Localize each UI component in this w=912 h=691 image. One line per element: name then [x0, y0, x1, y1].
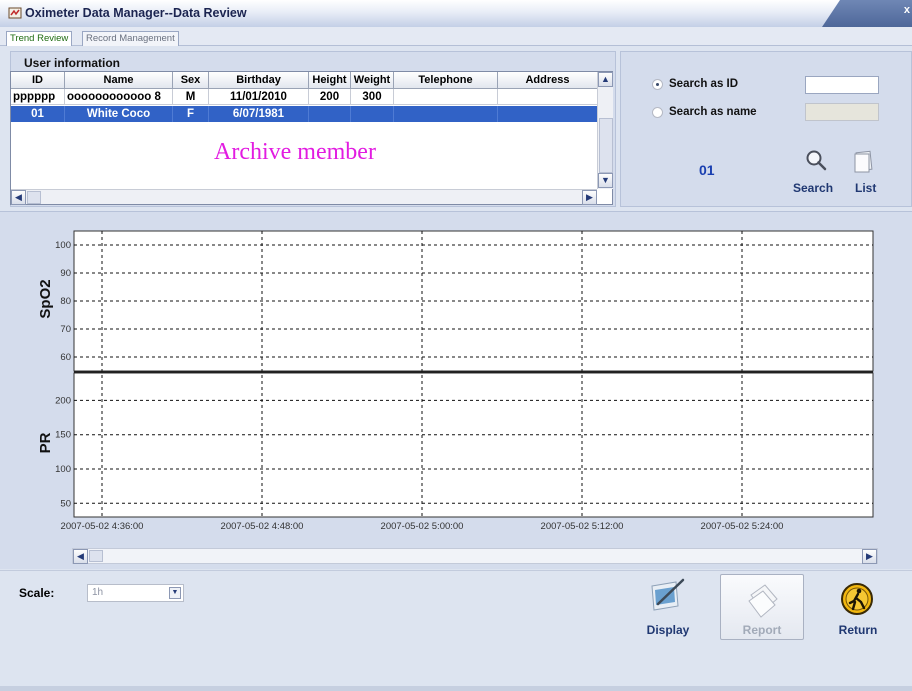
return-icon: [841, 583, 873, 615]
search-by-id-label: Search as ID: [669, 78, 739, 90]
scale-select[interactable]: 1h ▼: [87, 584, 184, 602]
cell-telephone: [394, 106, 498, 122]
list-button[interactable]: List: [855, 181, 876, 195]
column-header-name[interactable]: Name: [65, 72, 173, 89]
archive-member-label: Archive member: [214, 139, 376, 165]
cell-sex: M: [173, 89, 209, 105]
status-strip: [0, 686, 912, 691]
search-by-name-radio[interactable]: [652, 107, 663, 118]
report-label: Report: [742, 623, 782, 637]
scroll-left-icon[interactable]: ◀: [11, 190, 26, 205]
chart-scroll-thumb[interactable]: [89, 550, 103, 562]
scroll-up-icon[interactable]: ▲: [598, 72, 613, 87]
column-header-telephone[interactable]: Telephone: [394, 72, 498, 89]
column-header-height[interactable]: Height: [309, 72, 351, 89]
trend-chart: 60 70 80 90 100 50 100 150 200 2007-05-02 4:36:00…: [37, 230, 874, 532]
y-tick-label: 200: [55, 395, 71, 406]
window-title: Oximeter Data Manager--Data Review: [25, 6, 247, 20]
display-icon: [651, 578, 685, 611]
chart-scrollbar[interactable]: ◀ ▶: [72, 548, 878, 564]
search-id-input[interactable]: [805, 76, 879, 94]
cell-weight: 300: [351, 89, 394, 105]
cell-sex: F: [173, 106, 209, 122]
x-tick-label: 2007-05-02 5:24:00: [701, 521, 784, 532]
chevron-down-icon[interactable]: ▼: [169, 587, 181, 599]
cell-birthday: 11/01/2010: [209, 89, 309, 105]
app-icon: [8, 7, 22, 19]
return-label: Return: [838, 623, 878, 637]
user-table: ID Name Sex Birthday Height Weight Telep…: [10, 71, 613, 205]
chart-scroll-left-icon[interactable]: ◀: [73, 549, 88, 564]
list-icon[interactable]: [852, 149, 876, 175]
cell-name: White Coco: [65, 106, 173, 122]
x-tick-label: 2007-05-02 5:12:00: [541, 521, 624, 532]
cell-address: [498, 106, 598, 122]
search-by-id-radio[interactable]: [652, 79, 663, 90]
magnifier-icon[interactable]: [804, 149, 830, 175]
horizontal-scrollbar[interactable]: ◀ ▶: [11, 189, 597, 205]
cell-address: [498, 89, 598, 105]
column-header-birthday[interactable]: Birthday: [209, 72, 309, 89]
cell-id: 01: [11, 106, 65, 122]
user-info-legend: User information: [24, 56, 121, 70]
report-icon: [748, 584, 778, 618]
scale-value: 1h: [92, 587, 104, 598]
y-tick-label: 100: [55, 464, 71, 475]
current-user-id: 01: [699, 162, 715, 178]
display-label: Display: [646, 623, 690, 637]
tab-strip: Trend Review Record Management: [0, 27, 912, 46]
y-tick-label: 50: [60, 498, 71, 509]
y-tick-label: 80: [60, 296, 71, 307]
search-by-name-label: Search as name: [669, 106, 757, 118]
tab-record-management[interactable]: Record Management: [82, 31, 179, 46]
cell-weight: [351, 106, 394, 122]
axis-label-pr: PR: [37, 432, 54, 453]
cell-telephone: [394, 89, 498, 105]
y-tick-label: 100: [55, 240, 71, 251]
search-button[interactable]: Search: [793, 181, 833, 195]
column-header-address[interactable]: Address: [498, 72, 598, 89]
cell-id: pppppp: [11, 89, 65, 105]
close-button[interactable]: x: [904, 4, 910, 16]
scroll-thumb[interactable]: [27, 191, 41, 204]
plot-area-1: [73, 372, 874, 518]
scale-label: Scale:: [19, 586, 55, 600]
scroll-thumb[interactable]: [599, 118, 613, 173]
x-tick-label: 2007-05-02 4:48:00: [221, 521, 304, 532]
title-bar: Oximeter Data Manager--Data Review x: [0, 0, 912, 27]
axis-label-spo2: SpO2: [37, 279, 54, 318]
cell-height: 200: [309, 89, 351, 105]
y-tick-label: 60: [60, 352, 71, 363]
title-bar-accent: [822, 0, 912, 27]
x-tick-label: 2007-05-02 5:00:00: [381, 521, 464, 532]
tab-trend-review[interactable]: Trend Review: [6, 31, 73, 46]
search-name-input[interactable]: [805, 103, 879, 121]
column-header-id[interactable]: ID: [11, 72, 65, 89]
cell-birthday: 6/07/1981: [209, 106, 309, 122]
y-tick-label: 150: [55, 430, 71, 441]
chart-scroll-right-icon[interactable]: ▶: [862, 549, 877, 564]
scroll-right-icon[interactable]: ▶: [582, 190, 597, 205]
y-tick-label: 90: [60, 268, 71, 279]
cell-name: oooooooooooo 8: [65, 89, 173, 105]
column-header-sex[interactable]: Sex: [173, 72, 209, 89]
x-tick-label: 2007-05-02 4:36:00: [61, 521, 144, 532]
scroll-down-icon[interactable]: ▼: [598, 173, 613, 188]
vertical-scrollbar[interactable]: ▲ ▼: [597, 72, 613, 189]
cell-height: [309, 106, 351, 122]
column-header-weight[interactable]: Weight: [351, 72, 394, 89]
y-tick-label: 70: [60, 324, 71, 335]
